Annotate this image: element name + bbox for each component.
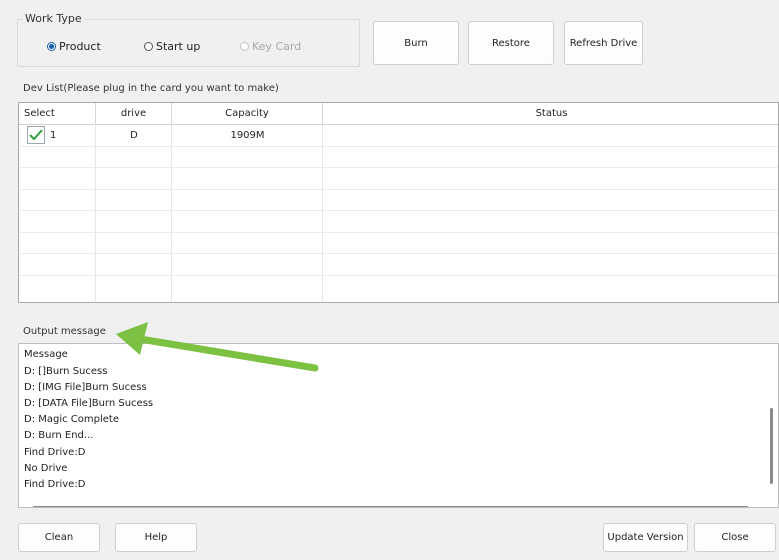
row-drive: D — [130, 130, 138, 141]
radio-product-label: Product — [59, 40, 101, 53]
work-type-title: Work Type — [23, 12, 84, 25]
output-line: Find Drive:D — [24, 447, 86, 458]
radio-unchecked-icon — [144, 42, 153, 51]
column-header-capacity[interactable]: Capacity — [172, 103, 323, 124]
clean-button[interactable]: Clean — [18, 523, 100, 552]
row-index: 1 — [50, 130, 57, 141]
column-header-select[interactable]: Select — [19, 103, 96, 124]
column-header-status[interactable]: Status — [323, 103, 778, 124]
output-line: D: [IMG File]Burn Sucess — [24, 382, 147, 393]
radio-key-card-label: Key Card — [252, 40, 302, 53]
grid-line — [19, 232, 778, 233]
dev-list-header: Select drive Capacity Status — [19, 103, 778, 125]
dev-list-table[interactable]: Select drive Capacity Status 1 D 1909M — [18, 102, 779, 303]
radio-disabled-icon — [240, 42, 249, 51]
output-line: D: [DATA File]Burn Sucess — [24, 398, 154, 409]
row-capacity: 1909M — [230, 130, 265, 141]
grid-line — [19, 210, 778, 211]
dev-list-title: Dev List(Please plug in the card you wan… — [23, 83, 279, 94]
grid-line — [19, 275, 778, 276]
annotation-arrow-head — [116, 322, 148, 355]
column-header-drive[interactable]: drive — [96, 103, 172, 124]
help-button[interactable]: Help — [115, 523, 197, 552]
restore-button[interactable]: Restore — [468, 21, 554, 65]
output-message-title: Output message — [23, 326, 106, 337]
output-line: Message — [24, 349, 68, 360]
output-line: D: Magic Complete — [24, 414, 119, 425]
horizontal-scrollbar-thumb[interactable] — [33, 506, 748, 507]
radio-checked-icon — [47, 42, 56, 51]
table-row[interactable]: 1 D 1909M — [19, 125, 778, 146]
grid-line — [19, 146, 778, 147]
radio-product[interactable]: Product — [47, 40, 101, 53]
update-version-button[interactable]: Update Version — [603, 523, 688, 552]
radio-start-up-label: Start up — [156, 40, 201, 53]
output-line: D: Burn End... — [24, 430, 94, 441]
output-line: No Drive — [24, 463, 68, 474]
burn-button[interactable]: Burn — [373, 21, 459, 65]
close-button[interactable]: Close — [694, 523, 776, 552]
refresh-drive-button[interactable]: Refresh Drive — [564, 21, 643, 65]
grid-line — [19, 253, 778, 254]
radio-key-card: Key Card — [240, 40, 301, 53]
check-mark-icon — [29, 129, 43, 141]
row-select-checkbox[interactable] — [27, 126, 45, 144]
grid-line — [19, 167, 778, 168]
output-line: Find Drive:D — [24, 479, 86, 490]
grid-line — [19, 189, 778, 190]
output-line: D: []Burn Sucess — [24, 366, 108, 377]
annotation-arrow-shaft — [136, 335, 319, 372]
radio-start-up[interactable]: Start up — [144, 40, 200, 53]
vertical-scrollbar-thumb[interactable] — [770, 408, 773, 484]
annotation-arrow-icon — [116, 322, 319, 372]
